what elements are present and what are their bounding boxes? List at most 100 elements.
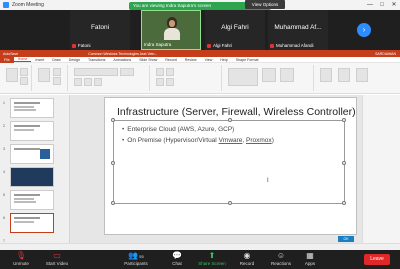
slide-thumbnail[interactable] bbox=[10, 98, 54, 118]
thumb-number: 3 bbox=[3, 147, 5, 151]
designer-icon[interactable] bbox=[338, 68, 350, 82]
slide-thumbnail[interactable] bbox=[10, 190, 54, 210]
resize-handle[interactable] bbox=[228, 118, 232, 122]
participant-tile[interactable]: Muhammad Af... Muhammad Afandi bbox=[268, 10, 328, 50]
status-tag: OK bbox=[338, 236, 354, 242]
ppt-workarea: 1 2 3 4 5 6 7 Infrastructure (Server, Fi… bbox=[0, 95, 400, 243]
leave-button[interactable]: Leave bbox=[364, 254, 390, 265]
participant-big-name: Algi Fahri bbox=[221, 24, 249, 31]
record-icon: ◉ bbox=[243, 251, 251, 260]
people-icon: 👥55 bbox=[128, 251, 144, 260]
ppt-tab[interactable]: View bbox=[201, 58, 217, 62]
bullets-icon[interactable] bbox=[156, 68, 164, 76]
mic-muted-icon bbox=[72, 43, 76, 48]
ribbon-group-clipboard bbox=[2, 65, 32, 91]
layout-icon[interactable] bbox=[53, 68, 61, 76]
ribbon-group-paragraph bbox=[152, 65, 222, 91]
ribbon-group-font bbox=[70, 65, 150, 91]
ppt-statusbar bbox=[0, 243, 400, 250]
resize-handle[interactable] bbox=[228, 201, 232, 205]
new-slide-icon[interactable] bbox=[38, 68, 50, 82]
font-size-select[interactable] bbox=[120, 68, 134, 76]
slide-canvas[interactable]: Infrastructure (Server, Firewall, Wirele… bbox=[104, 97, 357, 235]
slide-thumbnail[interactable] bbox=[10, 144, 54, 164]
resize-handle[interactable] bbox=[111, 118, 115, 122]
italic-icon[interactable] bbox=[84, 78, 92, 86]
ribbon-group-drawing bbox=[224, 65, 314, 91]
shapes-gallery[interactable] bbox=[228, 68, 258, 86]
mic-muted-icon bbox=[270, 43, 274, 48]
slide-thumbnail[interactable] bbox=[10, 121, 54, 141]
slide-thumbnail[interactable] bbox=[10, 167, 54, 187]
align-left-icon[interactable] bbox=[156, 78, 164, 86]
resize-handle[interactable] bbox=[342, 201, 346, 205]
participant-tile-active-speaker[interactable]: Indra Saputra bbox=[141, 10, 201, 50]
slide-thumbnail-selected[interactable] bbox=[10, 213, 54, 233]
share-screen-icon: ⬆ bbox=[208, 251, 216, 260]
mic-muted-icon: 🎙 bbox=[15, 251, 27, 260]
cut-icon[interactable] bbox=[20, 68, 28, 76]
view-options-button[interactable]: View Options bbox=[245, 0, 285, 9]
ppt-tab[interactable]: Shape Format bbox=[232, 58, 263, 62]
slide-title[interactable]: Infrastructure (Server, Firewall, Wirele… bbox=[117, 106, 356, 118]
resize-handle[interactable] bbox=[342, 118, 346, 122]
comments-icon[interactable] bbox=[356, 68, 368, 82]
ppt-tab[interactable]: Design bbox=[65, 58, 84, 62]
bullet-item: • Enterprise Cloud (AWS, Azure, GCP) bbox=[122, 126, 235, 133]
share-screen-button[interactable]: ⬆ Share Screen bbox=[193, 251, 231, 268]
ppt-tab[interactable]: Animations bbox=[109, 58, 135, 62]
chat-button[interactable]: 💬 Chat bbox=[158, 251, 196, 268]
copy-icon[interactable] bbox=[20, 77, 28, 85]
zoom-window: Zoom Meeting — □ ✕ You are viewing Indra… bbox=[0, 0, 400, 269]
numbering-icon[interactable] bbox=[166, 68, 174, 76]
ppt-tab[interactable]: Draw bbox=[48, 58, 64, 62]
align-center-icon[interactable] bbox=[166, 78, 174, 86]
participant-name: Muhammad Afandi bbox=[270, 43, 314, 48]
resize-handle[interactable] bbox=[111, 161, 115, 165]
ppt-tab[interactable]: Help bbox=[216, 58, 231, 62]
ribbon-group-editing bbox=[316, 65, 396, 91]
designer-pane bbox=[362, 95, 400, 243]
close-icon[interactable]: ✕ bbox=[388, 0, 400, 10]
participant-name: Algi Fahri bbox=[207, 43, 232, 48]
arrange-icon[interactable] bbox=[262, 68, 276, 82]
minimize-icon[interactable]: — bbox=[364, 0, 376, 10]
slide-thumbnails-pane: 1 2 3 4 5 6 7 bbox=[0, 95, 70, 243]
participant-name: Indra Saputra bbox=[144, 42, 172, 47]
participant-tile[interactable]: Fatoni Fatoni bbox=[70, 10, 130, 50]
slide-content-placeholder[interactable]: • Enterprise Cloud (AWS, Azure, GCP) • On … bbox=[111, 118, 346, 205]
ppt-tab[interactable]: Home bbox=[13, 57, 32, 62]
text-cursor: I bbox=[267, 178, 269, 184]
font-name-select[interactable] bbox=[74, 68, 118, 76]
dictate-icon[interactable] bbox=[320, 68, 332, 82]
apps-button[interactable]: ▦ Apps bbox=[291, 251, 329, 268]
maximize-icon[interactable]: □ bbox=[376, 0, 388, 10]
reset-icon[interactable] bbox=[53, 77, 61, 85]
participant-tile[interactable]: Algi Fahri Algi Fahri bbox=[205, 10, 265, 50]
ppt-tab[interactable]: Insert bbox=[31, 58, 48, 62]
participant-big-name: Muhammad Af... bbox=[274, 24, 322, 31]
paste-icon[interactable] bbox=[6, 68, 18, 82]
start-video-button[interactable]: ▭ Start Video bbox=[38, 251, 76, 268]
record-button[interactable]: ◉ Record bbox=[228, 251, 266, 268]
quick-styles-icon[interactable] bbox=[280, 68, 294, 82]
resize-handle[interactable] bbox=[111, 201, 115, 205]
apps-icon: ▦ bbox=[306, 251, 314, 260]
participants-button[interactable]: 👥55 Participants bbox=[117, 251, 155, 268]
ribbon-group-slides bbox=[34, 65, 68, 91]
ppt-tab[interactable]: File bbox=[0, 56, 14, 63]
ppt-tab[interactable]: Transitions bbox=[84, 58, 109, 62]
resize-handle[interactable] bbox=[342, 161, 346, 165]
ppt-tab[interactable]: Record bbox=[161, 58, 181, 62]
next-page-icon[interactable]: › bbox=[357, 23, 371, 37]
window-title: Zoom Meeting bbox=[12, 2, 44, 8]
ppt-tab[interactable]: Review bbox=[181, 58, 201, 62]
unmute-button[interactable]: 🎙 Unmute bbox=[2, 251, 40, 268]
window-controls: — □ ✕ bbox=[364, 0, 400, 10]
ppt-tab[interactable]: Slide Show bbox=[135, 58, 161, 62]
bold-icon[interactable] bbox=[74, 78, 82, 86]
underline-icon[interactable] bbox=[94, 78, 102, 86]
zoom-logo-icon bbox=[3, 2, 9, 8]
thumb-number: 2 bbox=[3, 124, 5, 128]
participant-big-name: Fatoni bbox=[90, 24, 110, 31]
